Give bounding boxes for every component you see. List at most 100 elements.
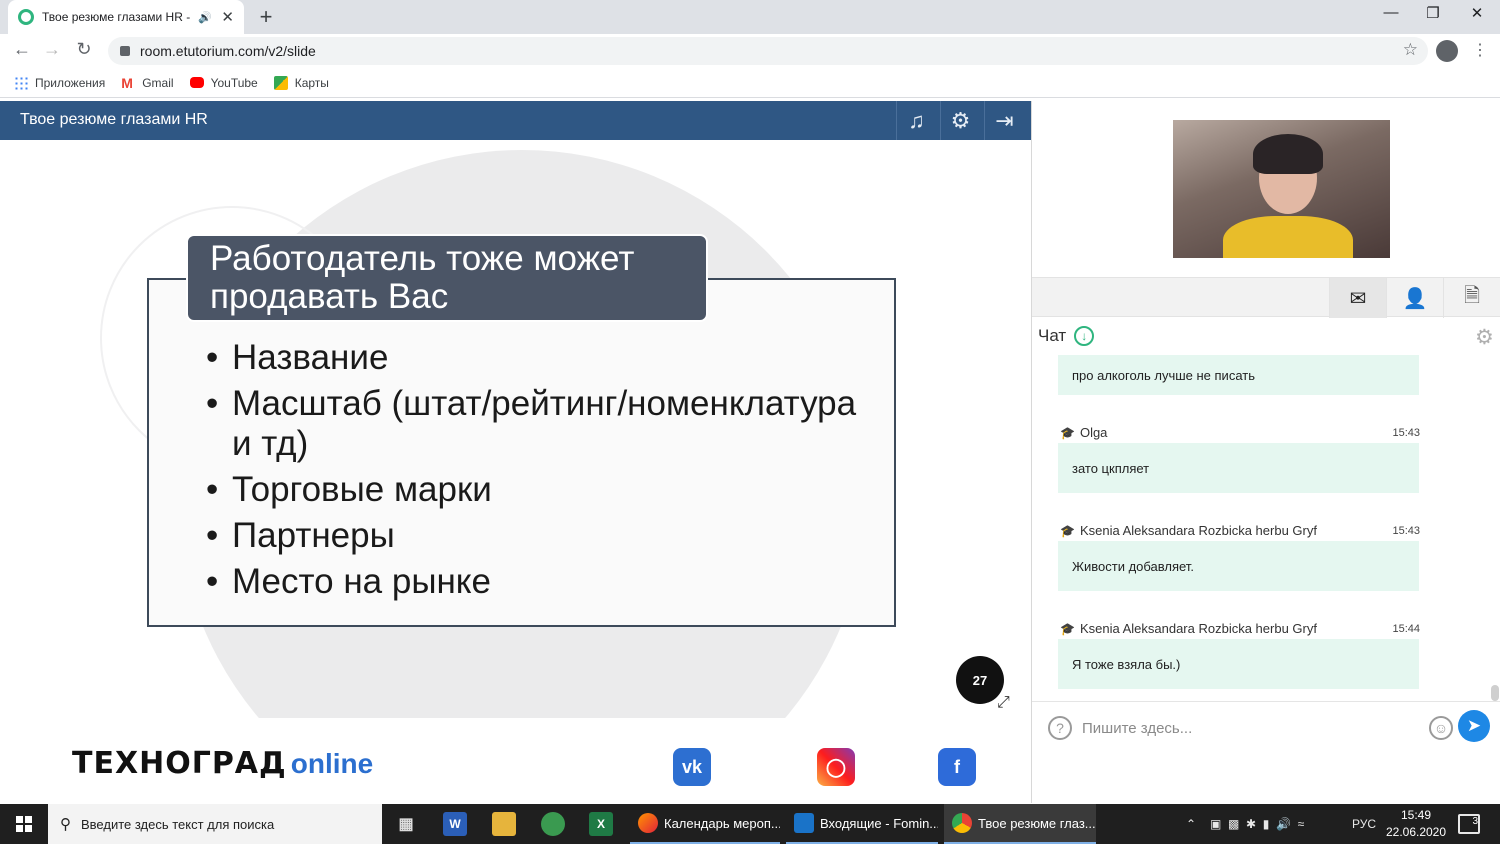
chat-heading: Чат ↓ [1038, 326, 1095, 346]
firefox-icon [638, 813, 658, 833]
chat-settings-gear-icon[interactable]: ⚙ [1475, 325, 1494, 350]
author-name: Olga [1079, 425, 1108, 440]
chat-message-bubble: Я тоже взяла бы.) [1058, 639, 1419, 689]
bookmark-youtube[interactable]: YouTube [189, 75, 258, 90]
taskbar-search-placeholder: Введите здесь текст для поиска [81, 816, 275, 832]
tab-close-icon[interactable]: ✕ [221, 8, 234, 26]
chat-label: Чат [1038, 326, 1067, 345]
taskbar-app-label: Твое резюме глаз... [978, 815, 1096, 831]
emoji-smile-icon[interactable]: ☺ [1429, 716, 1453, 740]
chat-input-row: ? ☺ ➤ [1032, 701, 1500, 753]
clock-time: 15:49 [1400, 808, 1432, 822]
outlook-icon [794, 813, 814, 833]
browser-tab-active[interactable]: Твое резюме глазами HR - 🔊 ✕ [8, 0, 244, 34]
participants-tab-icon[interactable]: 👤 [1386, 278, 1443, 318]
side-panel: ✉ 👤 🗎 Чат ↓ ⚙ про алкоголь лучше не писа… [1031, 101, 1500, 803]
slide-bullet-list: Название Масштаб (штат/рейтинг/номенклат… [206, 338, 866, 608]
panel-tabs: ✉ 👤 🗎 [1032, 277, 1500, 318]
slide-area: Работодатель тоже может продавать Вас На… [0, 140, 1031, 803]
taskbar-search[interactable]: ⚲ Введите здесь текст для поиска [48, 804, 382, 844]
author-name: Ksenia Aleksandara Rozbicka herbu Gryf [1079, 523, 1317, 538]
gmail-icon: M [121, 74, 133, 91]
bookmark-apps[interactable]: Приложения [14, 75, 106, 90]
exit-icon[interactable]: ⇥ [984, 101, 1024, 140]
fullscreen-expand-icon[interactable]: ⤢ [997, 694, 1010, 712]
settings-gear-icon[interactable]: ⚙ [940, 101, 980, 140]
bookmarks-bar: Приложения M Gmail YouTube Карты [0, 68, 1500, 98]
forward-arrow-icon[interactable]: → [40, 39, 64, 60]
facebook-icon[interactable]: f [938, 748, 976, 786]
windows-logo-icon [16, 816, 32, 832]
word-icon[interactable]: W [443, 812, 467, 836]
tekhnograd-logo: ТЕХНОГРАД online [72, 746, 373, 781]
start-button[interactable] [0, 804, 48, 844]
address-bar[interactable]: room.etutorium.com/v2/slide ☆ [108, 37, 1428, 65]
browser-tab-strip: Твое резюме глазами HR - 🔊 ✕ + — ❐ ✕ [0, 0, 1500, 34]
apps-grid-icon [14, 75, 28, 90]
vk-icon[interactable]: vk [673, 748, 711, 786]
chat-message-input[interactable] [1082, 714, 1422, 742]
youtube-icon [189, 77, 204, 88]
presenter-video [1173, 120, 1390, 258]
taskbar-app-outlook[interactable]: Входящие - Fomin... [786, 804, 938, 844]
taskbar-clock[interactable]: 15:49 22.06.2020 [1384, 807, 1448, 841]
minimize-icon[interactable]: — [1376, 4, 1406, 21]
files-tab-icon[interactable]: 🗎 [1443, 278, 1500, 318]
graduation-cap-icon: 🎓 [1060, 621, 1075, 636]
bookmark-star-icon[interactable]: ☆ [1403, 40, 1418, 60]
tray-chevron-icon[interactable]: ⌃ [1186, 804, 1196, 844]
file-explorer-icon[interactable] [492, 812, 516, 836]
notifications-icon[interactable]: 3 [1458, 814, 1480, 834]
bookmark-maps[interactable]: Карты [273, 75, 329, 90]
tray-app-icons[interactable]: ▣ ▩ ✱ ▮ 🔊 ≈ [1210, 804, 1304, 844]
lock-icon [120, 46, 130, 56]
webinar-title: Твое резюме глазами HR [20, 111, 208, 128]
window-close-icon[interactable]: ✕ [1462, 4, 1492, 22]
bookmark-label: Приложения [35, 75, 106, 90]
bookmark-label: YouTube [210, 75, 258, 90]
app-header: Твое резюме глазами HR ♫ ⚙ ⇥ [0, 101, 1031, 140]
chat-messages: про алкоголь лучше не писать 🎓 Olga 15:4… [1032, 355, 1500, 701]
message-time: 15:43 [1392, 524, 1420, 537]
windows-taskbar: ⚲ Введите здесь текст для поиска ▦ W X К… [0, 804, 1500, 844]
maps-icon [273, 75, 288, 90]
help-question-icon[interactable]: ? [1048, 716, 1072, 740]
url-text: room.etutorium.com/v2/slide [140, 43, 316, 59]
chat-tab-icon[interactable]: ✉ [1329, 278, 1386, 318]
taskbar-app-label: Входящие - Fomin... [820, 815, 938, 831]
browser-toolbar: ← → ↻ room.etutorium.com/v2/slide ☆ [0, 34, 1500, 68]
taskbar-app-chrome[interactable]: Твое резюме глаз... [944, 804, 1096, 844]
new-tab-button[interactable]: + [254, 4, 278, 30]
message-time: 15:44 [1392, 622, 1420, 635]
chrome-icon [952, 813, 972, 833]
bookmark-label: Gmail [142, 75, 174, 90]
browser-menu-icon[interactable]: ⋮ [1472, 40, 1488, 60]
profile-avatar-icon[interactable] [1436, 40, 1458, 62]
restore-icon[interactable]: ❐ [1418, 4, 1448, 22]
task-view-icon[interactable]: ▦ [394, 812, 418, 836]
chat-scrollbar[interactable] [1491, 685, 1499, 701]
taskbar-app-firefox[interactable]: Календарь мероп... [630, 804, 780, 844]
excel-icon[interactable]: X [589, 812, 613, 836]
graduation-cap-icon: 🎓 [1060, 425, 1075, 440]
download-chat-icon[interactable]: ↓ [1074, 326, 1095, 346]
music-icon[interactable]: ♫ [896, 101, 936, 140]
back-arrow-icon[interactable]: ← [10, 39, 34, 60]
search-icon: ⚲ [60, 816, 71, 833]
graduation-cap-icon: 🎓 [1060, 523, 1075, 538]
chat-message-bubble: Живости добавляет. [1058, 541, 1419, 591]
send-message-button[interactable]: ➤ [1458, 710, 1490, 742]
globe-app-icon[interactable] [541, 812, 565, 836]
video-shape [1223, 216, 1353, 258]
bullet-item: Торговые марки [206, 470, 866, 510]
site-favicon-icon [18, 9, 34, 25]
logo-text: ТЕХНОГРАД [72, 746, 287, 781]
bullet-item: Название [206, 338, 866, 378]
speaker-icon[interactable]: 🔊 [198, 11, 212, 24]
instagram-icon[interactable]: ◯ [817, 748, 855, 786]
reload-icon[interactable]: ↻ [72, 39, 96, 60]
bullet-item: Масштаб (штат/рейтинг/номенклатура и тд) [206, 384, 866, 464]
slide-heading: Работодатель тоже может продавать Вас [186, 234, 708, 322]
bookmark-gmail[interactable]: M Gmail [121, 76, 173, 90]
input-language[interactable]: РУС [1352, 804, 1376, 844]
